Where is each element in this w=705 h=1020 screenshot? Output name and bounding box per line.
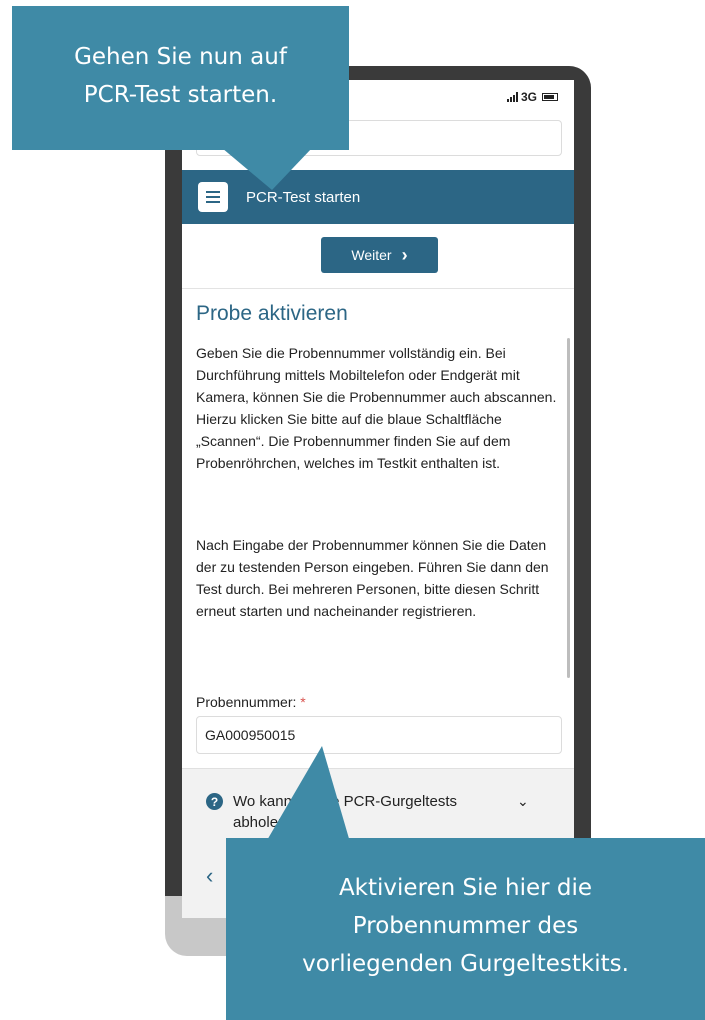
bottom-callout-line-1: Aktivieren Sie hier die — [338, 875, 593, 901]
top-callout-pointer — [222, 148, 312, 190]
bottom-callout: Aktivieren Sie hier die Probennummer des… — [226, 838, 705, 1020]
bottom-callout-pointer — [266, 746, 350, 842]
bottom-callout-line-3: vorliegenden Gurgeltestkits. — [302, 951, 629, 977]
top-callout-line-2: PCR-Test starten. — [83, 82, 278, 108]
bottom-callout-line-2: Probennummer des — [352, 913, 579, 939]
top-callout: Gehen Sie nun auf PCR-Test starten. — [12, 6, 349, 150]
top-callout-line-1: Gehen Sie nun auf — [74, 44, 287, 70]
